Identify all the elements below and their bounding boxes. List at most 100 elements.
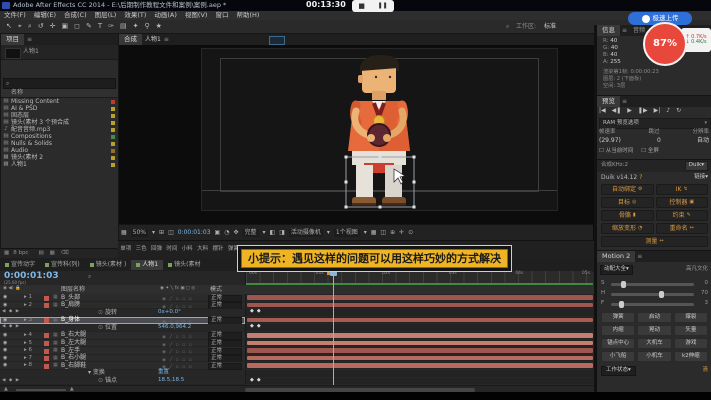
new-folder-icon[interactable]: ▤ [38, 251, 43, 257]
preview-panel-menu-icon[interactable]: ≡ [622, 98, 627, 105]
comp-stage[interactable] [201, 48, 558, 211]
timeline-row[interactable]: ◀ ◆ ▶ 旋转 0x+0.0° ◆◆ [0, 309, 594, 317]
layer-name[interactable]: B_头部 [61, 294, 80, 301]
easing-preset-button[interactable]: 时间 [166, 247, 177, 253]
layer-label-chip[interactable] [44, 341, 49, 347]
layer-name[interactable]: B_左大腿 [61, 340, 86, 346]
comp-bottom-item[interactable]: ◧ [270, 230, 276, 236]
keyframe-diamonds[interactable]: ◆◆ [250, 377, 264, 383]
layer-name[interactable]: 锚点 [98, 378, 117, 384]
tool-icon[interactable]: ⌕ [28, 23, 32, 30]
keyframe-nav-icons[interactable]: ◀ ◆ ▶ [2, 325, 20, 330]
transport-button[interactable]: ❚▶ [638, 108, 648, 114]
layer-duration-bar[interactable] [247, 371, 593, 376]
motion2-tool-button[interactable]: k2伸缩 [673, 351, 708, 362]
layer-label-chip[interactable] [44, 318, 49, 324]
comp-bottom-item[interactable]: ▾ [152, 230, 155, 236]
comp-bottom-item[interactable]: ⊕ [390, 230, 395, 236]
menu-item[interactable]: 动画(A) [154, 12, 177, 19]
menu-item[interactable]: 文件(F) [4, 12, 26, 19]
timeline-row[interactable]: ◉ ▸ 2 ▦ B_肩膀 正常 [0, 301, 594, 310]
comp-bottom-item[interactable]: ◨ [279, 230, 285, 236]
tab-composition[interactable]: 合成 [119, 34, 142, 45]
layer-visibility-icon[interactable]: ◉ [3, 332, 7, 338]
layer-name[interactable]: B_右小腿 [61, 355, 86, 361]
duik-tool-button[interactable]: 控制器 ▣ [655, 197, 708, 208]
motion2-tool-button[interactable]: 锚点中心 [601, 338, 636, 349]
layer-visibility-icon[interactable]: ◉ [3, 348, 7, 353]
layer-duration-bar[interactable] [247, 340, 593, 346]
layer-duration-bar[interactable] [247, 363, 593, 368]
comp-bottom-item[interactable]: ▣ [215, 230, 221, 236]
property-value[interactable]: 0x+0.0° [158, 309, 181, 316]
slider-thumb[interactable] [620, 280, 626, 288]
delete-icon[interactable]: ⌫ [61, 251, 69, 257]
layer-name[interactable]: B_肩膀 [61, 302, 80, 308]
timeline-comp-tab[interactable]: 宣传动字 [0, 260, 40, 270]
motion2-slider[interactable] [611, 300, 694, 308]
preview-value-dropdown[interactable]: 自动 [697, 138, 709, 144]
slider-thumb[interactable] [619, 300, 625, 308]
tool-icon[interactable]: ⚲ [144, 23, 149, 30]
comp-bottom-item[interactable]: ▾ [364, 230, 367, 236]
mode-column[interactable]: 模式 [210, 286, 222, 293]
track-lane[interactable] [245, 316, 594, 325]
duik-tool-button[interactable]: 自动绑定 ⚙ [601, 184, 654, 195]
timeline-row[interactable]: ◉ ▸ 5 ▦ B_左大腿 正常 [0, 339, 594, 348]
property-value[interactable]: 重置 [158, 370, 169, 376]
transport-button[interactable]: ▶ [627, 108, 632, 114]
menu-item[interactable]: 编辑(E) [34, 12, 56, 19]
comp-bottom-item[interactable]: 0:00:01:03 [178, 230, 211, 236]
motion2-tool-button[interactable]: 内缩 [601, 325, 636, 336]
motion2-category-dropdown[interactable]: 动配大全 ▾ [600, 265, 633, 275]
timeline-row[interactable]: ◀ ◆ ▶ 位置 546.0,964.2 ◆◆ [0, 324, 594, 332]
layer-duration-bar[interactable] [247, 332, 593, 338]
duik-tool-button[interactable]: 重命名 ↔ [655, 223, 708, 234]
duik-tool-button[interactable]: 目标 ◎ [601, 197, 654, 208]
duik-tool-button[interactable]: 缩放变形 ◔ [601, 223, 654, 234]
comp-bottom-item[interactable]: ◔ [224, 230, 229, 236]
layer-visibility-icon[interactable]: ◉ [3, 317, 7, 323]
layer-duration-bar[interactable] [247, 348, 593, 353]
track-lane[interactable] [245, 294, 594, 302]
tab-project[interactable]: 项目 [1, 34, 24, 45]
motion2-tool-button[interactable]: 游戏 [673, 338, 708, 349]
tool-icon[interactable]: ↺ [38, 23, 44, 30]
footage-interpret-icon[interactable]: ▦ [4, 251, 9, 257]
timeline-row[interactable]: ◉ ▸ 3 ▦ B_身体 正常 [0, 316, 594, 325]
motion2-tool-button[interactable]: 启动 [637, 312, 672, 323]
layer-name[interactable]: 旋转 [98, 309, 117, 316]
info-panel-menu-icon[interactable]: ≡ [622, 27, 627, 34]
menu-item[interactable]: 帮助(H) [236, 12, 259, 19]
layer-label-chip[interactable] [44, 333, 49, 339]
project-item[interactable]: ♪ 配音音频.mp3 [1, 126, 118, 133]
transport-button[interactable]: ◀❚ [612, 108, 622, 114]
layer-name[interactable]: 位置 [98, 324, 117, 331]
motion2-tool-button[interactable]: 小飞船 [601, 351, 636, 362]
comp-bottom-item[interactable]: ◫ [168, 230, 174, 236]
comp-bottom-item[interactable]: ⊞ [159, 230, 164, 236]
workspace-value[interactable]: 标准 [544, 24, 556, 30]
tool-icon[interactable]: ↖ [6, 23, 12, 30]
comp-panel-menu-icon[interactable]: ≡ [164, 36, 169, 43]
track-lane[interactable] [245, 339, 594, 348]
comp-bottom-item[interactable]: 50% [130, 229, 149, 237]
menu-item[interactable]: 视图(V) [185, 12, 208, 19]
track-lane[interactable] [245, 347, 594, 355]
tool-icon[interactable]: ▤ [120, 23, 127, 30]
layer-name[interactable]: B_左手 [61, 347, 80, 354]
duik-tool-button[interactable]: IK ↯ [655, 184, 708, 195]
duik-tool-button[interactable]: 骨骼 ▮ [601, 210, 654, 221]
tool-icon[interactable]: ◻ [74, 23, 80, 30]
project-item-label-chip[interactable] [111, 127, 115, 132]
tool-icon[interactable]: ✑ [108, 23, 114, 30]
easing-preset-button[interactable]: 摆针 [213, 247, 224, 253]
easing-preset-button[interactable]: 单项 [120, 247, 131, 253]
playhead-line[interactable] [333, 271, 334, 385]
tool-icon[interactable]: T [98, 23, 102, 30]
duik-panel-dropdown[interactable]: Duik ▾ [684, 161, 708, 171]
menu-item[interactable]: 窗口 [215, 12, 228, 19]
project-item[interactable]: ▤ Missing Content [1, 98, 118, 105]
recorder-percent-badge[interactable]: 87% [643, 22, 687, 66]
layer-name-column[interactable]: 图层名称 [61, 286, 85, 293]
